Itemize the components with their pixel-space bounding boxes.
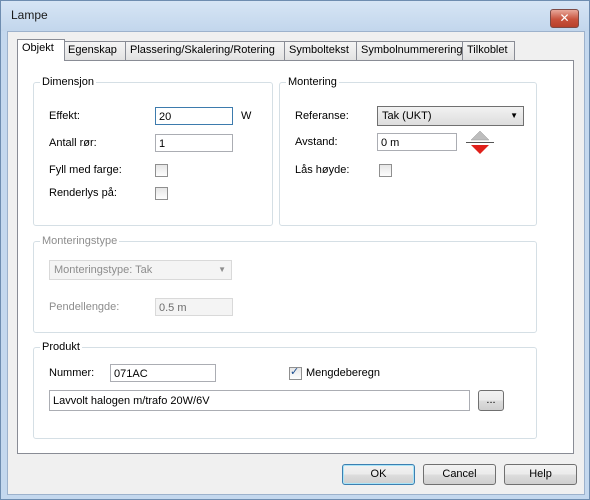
- window-title: Lampe: [11, 8, 48, 22]
- effekt-input[interactable]: 20: [155, 107, 233, 125]
- mengdeberegn-checkbox[interactable]: [289, 365, 302, 380]
- nummer-label: Nummer:: [49, 367, 95, 379]
- help-button[interactable]: Help: [504, 464, 577, 485]
- dialog-client: Objekt Egenskap Plassering/Skalering/Rot…: [7, 31, 585, 495]
- referanse-value: Tak (UKT): [382, 110, 432, 122]
- referanse-label: Referanse:: [295, 110, 349, 122]
- pendellengde-label: Pendellengde:: [49, 301, 120, 313]
- montering-legend: Montering: [288, 76, 337, 88]
- tab-symbolnummerering[interactable]: Symbolnummerering: [356, 41, 464, 60]
- tab-objekt[interactable]: Objekt: [17, 39, 65, 61]
- renderlys-checkbox[interactable]: [155, 187, 168, 200]
- avstand-input[interactable]: 0 m: [377, 133, 457, 151]
- nummer-input[interactable]: 071AC: [110, 364, 216, 382]
- antall-ror-input[interactable]: 1: [155, 134, 233, 152]
- dialog-window: Lampe ✕ Objekt Egenskap Plassering/Skale…: [0, 0, 590, 500]
- browse-button[interactable]: ...: [478, 390, 504, 411]
- mengdeberegn-label: Mengdeberegn: [306, 367, 381, 379]
- title-bar[interactable]: Lampe ✕: [1, 1, 589, 31]
- tab-plassering[interactable]: Plassering/Skalering/Rotering: [125, 41, 286, 60]
- height-adjust-icon[interactable]: [465, 130, 495, 155]
- tab-egenskap[interactable]: Egenskap: [63, 41, 127, 60]
- referanse-dropdown[interactable]: Tak (UKT) ▼: [377, 106, 524, 126]
- fyll-med-farge-checkbox[interactable]: [155, 164, 168, 177]
- monteringstype-group: Monteringstype Monteringstype: Tak ▼ Pen…: [33, 235, 537, 333]
- tab-symboltekst[interactable]: Symboltekst: [284, 41, 358, 60]
- effekt-unit: W: [241, 110, 252, 122]
- ok-button[interactable]: OK: [342, 464, 415, 485]
- montering-group: Montering Referanse: Tak (UKT) ▼ Avstand…: [279, 76, 537, 226]
- antall-ror-label: Antall rør:: [49, 137, 97, 149]
- avstand-label: Avstand:: [295, 136, 338, 148]
- tab-tilkoblet[interactable]: Tilkoblet: [462, 41, 515, 60]
- renderlys-label: Renderlys på:: [49, 187, 117, 199]
- produkt-group: Produkt Nummer: 071AC Mengdeberegn Lavvo…: [33, 341, 537, 439]
- chevron-down-icon: ▼: [510, 111, 518, 120]
- monteringstype-legend: Monteringstype: [42, 235, 118, 247]
- chevron-down-icon: ▼: [218, 265, 226, 274]
- monteringstype-value: Monteringstype: Tak: [54, 264, 153, 276]
- dimensjon-legend: Dimensjon: [42, 76, 94, 88]
- cancel-button[interactable]: Cancel: [423, 464, 496, 485]
- laas-hoyde-checkbox[interactable]: [379, 164, 392, 177]
- monteringstype-dropdown[interactable]: Monteringstype: Tak ▼: [49, 260, 232, 280]
- effekt-label: Effekt:: [49, 110, 80, 122]
- pendellengde-input[interactable]: 0.5 m: [155, 298, 233, 316]
- produkt-beskrivelse-input[interactable]: Lavvolt halogen m/trafo 20W/6V: [49, 390, 470, 411]
- dimensjon-group: Dimensjon Effekt: 20 W Antall rør: 1 Fyl…: [33, 76, 273, 226]
- produkt-legend: Produkt: [42, 341, 80, 353]
- laas-hoyde-label: Lås høyde:: [295, 164, 350, 176]
- tab-panel-objekt: Dimensjon Effekt: 20 W Antall rør: 1 Fyl…: [17, 60, 574, 454]
- fyll-med-farge-label: Fyll med farge:: [49, 164, 122, 176]
- close-button[interactable]: ✕: [550, 9, 579, 28]
